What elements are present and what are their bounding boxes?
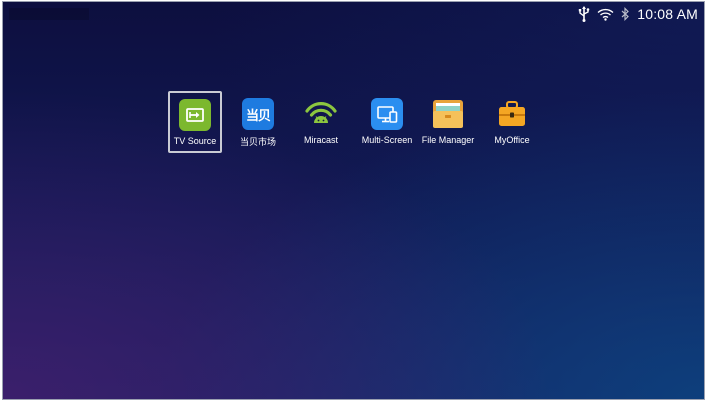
app-label: 当贝市场	[239, 137, 276, 147]
app-file-manager[interactable]: File Manager	[419, 94, 477, 154]
app-multi-screen[interactable]: Multi-Screen	[358, 94, 416, 154]
tv-source-icon	[179, 99, 211, 131]
app-label: Miracast	[303, 135, 338, 145]
app-label: Multi-Screen	[361, 135, 413, 145]
app-miracast[interactable]: Miracast	[292, 94, 350, 154]
app-tv-source[interactable]: TV Source	[168, 91, 222, 153]
multi-screen-icon	[371, 98, 403, 130]
briefcase-icon	[496, 98, 528, 130]
launcher-home-screen: 10:08 AM TV Source 当贝 当贝市场 Miracast Mult…	[3, 2, 704, 399]
miracast-icon	[305, 98, 337, 130]
app-label: MyOffice	[494, 135, 530, 145]
usb-icon	[578, 6, 590, 22]
bluetooth-icon	[621, 7, 630, 21]
app-myoffice[interactable]: MyOffice	[483, 94, 541, 154]
status-clock: 10:08 AM	[637, 6, 698, 22]
status-bar: 10:08 AM	[578, 4, 698, 24]
app-label: File Manager	[421, 135, 475, 145]
top-left-overlay	[9, 8, 89, 20]
folder-icon	[432, 98, 464, 130]
app-dangbei-market[interactable]: 当贝 当贝市场	[229, 94, 287, 154]
app-label: TV Source	[173, 136, 217, 146]
wifi-icon	[597, 8, 614, 21]
dangbei-market-icon: 当贝	[242, 98, 274, 130]
